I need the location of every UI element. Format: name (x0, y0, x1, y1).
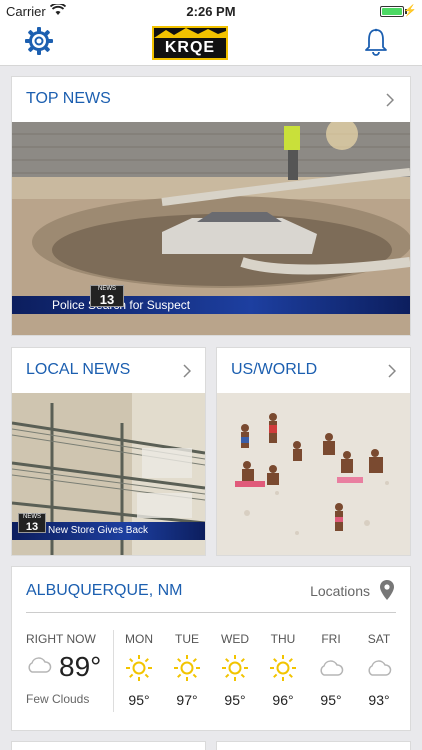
us-world-card[interactable]: US/WORLD (216, 347, 411, 556)
us-world-title: US/WORLD (231, 361, 318, 378)
cloud-icon (368, 660, 392, 676)
news13-logo: NEWS 13 (90, 285, 124, 307)
next-card-left[interactable] (11, 741, 206, 750)
current-condition: Few Clouds (26, 692, 90, 706)
cloud-icon (28, 657, 52, 673)
top-news-title: TOP NEWS (26, 90, 111, 107)
divider (113, 630, 114, 712)
status-bar: Carrier 2:26 PM ⚡ (0, 0, 422, 22)
bell-icon[interactable] (364, 28, 388, 56)
sun-icon (126, 655, 152, 681)
forecast-day: FRI 95° (311, 632, 351, 708)
forecast-day: THU 96° (270, 632, 296, 708)
chevron-right-icon (183, 364, 191, 378)
current-temperature: 89° (59, 651, 102, 682)
local-news-image[interactable]: New Store Gives Back NEWS 13 (12, 393, 205, 555)
chevron-right-icon (386, 93, 394, 107)
logo-text: KRQE (164, 39, 216, 56)
next-card-right[interactable] (216, 741, 411, 750)
divider (26, 612, 396, 613)
clock: 2:26 PM (186, 4, 236, 19)
top-news-image[interactable]: Police Search for Suspect NEWS 13 (12, 122, 410, 335)
us-world-image[interactable] (217, 393, 410, 555)
chevron-right-icon (388, 364, 396, 378)
cloud-icon (320, 660, 344, 676)
forecast-day: TUE 97° (174, 632, 200, 708)
krqe-logo[interactable]: KRQE (152, 26, 228, 60)
top-news-card[interactable]: TOP NEWS Police Search for Suspect (11, 76, 411, 336)
top-news-caption-bar: Police Search for Suspect (12, 296, 410, 314)
app-header: KRQE (0, 22, 422, 66)
charging-icon: ⚡ (403, 5, 417, 17)
sun-icon (222, 655, 248, 681)
gear-icon[interactable] (24, 26, 54, 56)
right-now-label: RIGHT NOW (26, 632, 96, 646)
location-pin-icon[interactable] (380, 580, 394, 600)
forecast-day: MON 95° (125, 632, 153, 708)
local-news-card[interactable]: LOCAL NEWS New Store Gives Back NEWS 13 (11, 347, 206, 556)
forecast-day: WED 95° (221, 632, 249, 708)
news13-logo: NEWS 13 (18, 513, 46, 533)
locations-button[interactable]: Locations (310, 583, 370, 599)
forecast-day: SAT 93° (359, 632, 399, 708)
sun-icon (270, 655, 296, 681)
weather-card[interactable]: ALBUQUERQUE, NM Locations RIGHT NOW 89° … (11, 566, 411, 731)
local-news-title: LOCAL NEWS (26, 361, 131, 378)
sun-icon (174, 655, 200, 681)
weather-city: ALBUQUERQUE, NM (26, 582, 183, 599)
battery-icon (380, 6, 404, 17)
local-news-caption: New Store Gives Back (48, 525, 149, 536)
